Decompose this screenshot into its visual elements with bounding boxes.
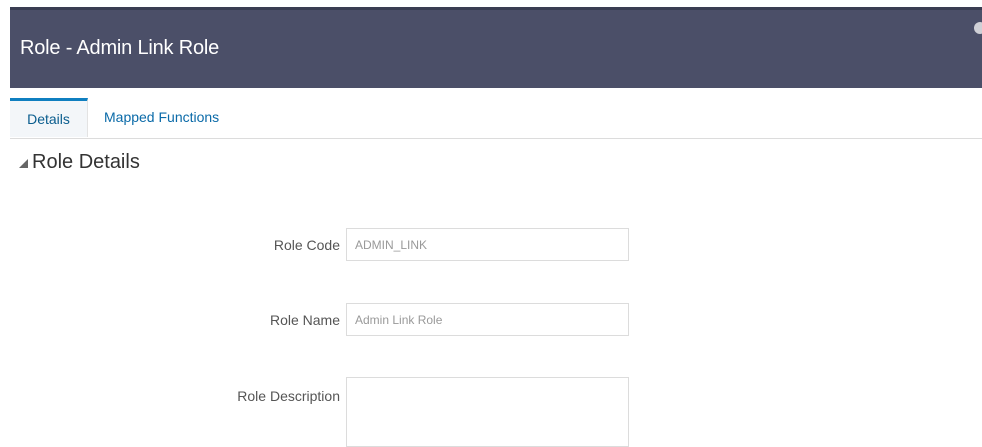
section-header[interactable]: Role Details — [19, 151, 140, 174]
role-code-label: Role Code — [273, 237, 340, 253]
tab-bar: Details Mapped Functions — [10, 98, 982, 139]
role-code-input[interactable] — [346, 228, 629, 261]
page-header: Role - Admin Link Role — [10, 7, 982, 88]
role-detail-page: Role - Admin Link Role Details Mapped Fu… — [0, 0, 982, 447]
close-icon[interactable] — [974, 22, 982, 34]
section-title: Role Details — [32, 151, 140, 173]
collapse-triangle-icon[interactable] — [19, 159, 28, 168]
role-name-input[interactable] — [346, 303, 629, 336]
page-title: Role - Admin Link Role — [20, 37, 220, 59]
tab-details[interactable]: Details — [10, 98, 88, 137]
role-description-textarea[interactable] — [346, 377, 629, 447]
role-name-label: Role Name — [269, 312, 340, 328]
tab-mapped-functions[interactable]: Mapped Functions — [104, 98, 219, 136]
role-description-label: Role Description — [237, 388, 340, 404]
